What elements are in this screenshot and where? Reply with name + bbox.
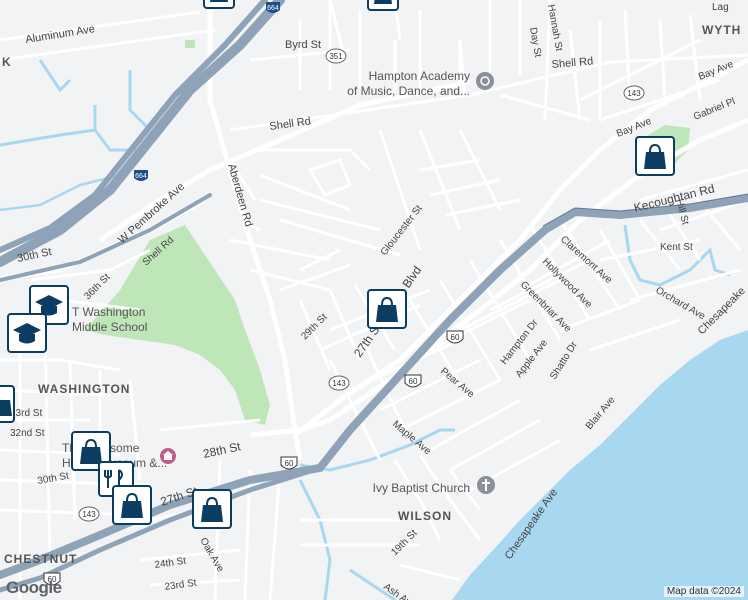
neighborhood-washington: WASHINGTON	[38, 382, 130, 396]
shopping-bag-marker[interactable]	[635, 136, 675, 176]
road-label-lag: Lag	[712, 2, 729, 13]
svg-text:60: 60	[451, 333, 460, 342]
svg-text:664: 664	[267, 5, 279, 12]
map-canvas[interactable]: Aluminum Ave Byrd St Shell Rd Shell Rd A…	[0, 0, 748, 600]
shield-us60-a: 60	[446, 330, 464, 344]
poi-label-hampton-academy-1: Hampton Academy	[369, 69, 470, 83]
shopping-bag-marker-partial[interactable]	[0, 385, 15, 423]
neighborhood-wilson: WILSON	[398, 509, 452, 523]
road-label-kent-st: Kent St	[660, 242, 693, 253]
poi-label-ivy-baptist: Ivy Baptist Church	[373, 481, 470, 495]
road-label-32nd-st: 32nd St	[10, 428, 45, 439]
shield-i664-b: 664	[134, 170, 148, 181]
shopping-bag-marker[interactable]	[367, 289, 407, 329]
neighborhood-wythe: WYTH	[702, 23, 741, 37]
neighborhood-chestnut: CHESTNUT	[4, 552, 77, 566]
shield-sr143-c: 143	[78, 506, 100, 522]
marker-partial-top-1[interactable]	[203, 0, 235, 9]
shield-sr351: 351	[325, 48, 347, 64]
svg-text:143: 143	[627, 89, 641, 98]
map-attribution[interactable]: Map data ©2024	[663, 586, 744, 597]
park-small-top	[185, 40, 195, 48]
google-logo: Google	[6, 578, 62, 597]
svg-text:664: 664	[135, 173, 147, 180]
shield-us60-c: 60	[280, 456, 298, 470]
school-marker[interactable]	[7, 313, 47, 353]
neighborhood-k: K	[2, 55, 12, 69]
shield-i664: 664	[266, 2, 280, 13]
shield-sr143-b: 143	[328, 375, 350, 391]
svg-text:60: 60	[409, 377, 418, 386]
svg-text:143: 143	[332, 379, 346, 388]
svg-text:60: 60	[285, 459, 294, 468]
shield-sr143-a: 143	[623, 85, 645, 101]
school-icon[interactable]	[476, 72, 494, 90]
shopping-bag-marker[interactable]	[192, 489, 232, 529]
svg-text:351: 351	[329, 52, 343, 61]
shield-us60-b: 60	[404, 374, 422, 388]
poi-label-washington-school-2: Middle School	[72, 320, 147, 334]
church-icon[interactable]	[477, 476, 495, 494]
shopping-bag-marker[interactable]	[112, 485, 152, 525]
road-label-byrd-st: Byrd St	[285, 39, 321, 51]
marker-partial-top-2[interactable]	[367, 0, 399, 11]
museum-icon[interactable]	[160, 448, 176, 464]
poi-label-washington-school-1: T Washington	[72, 305, 145, 319]
svg-text:143: 143	[82, 510, 96, 519]
poi-label-hampton-academy-2: of Music, Dance, and...	[347, 84, 470, 98]
